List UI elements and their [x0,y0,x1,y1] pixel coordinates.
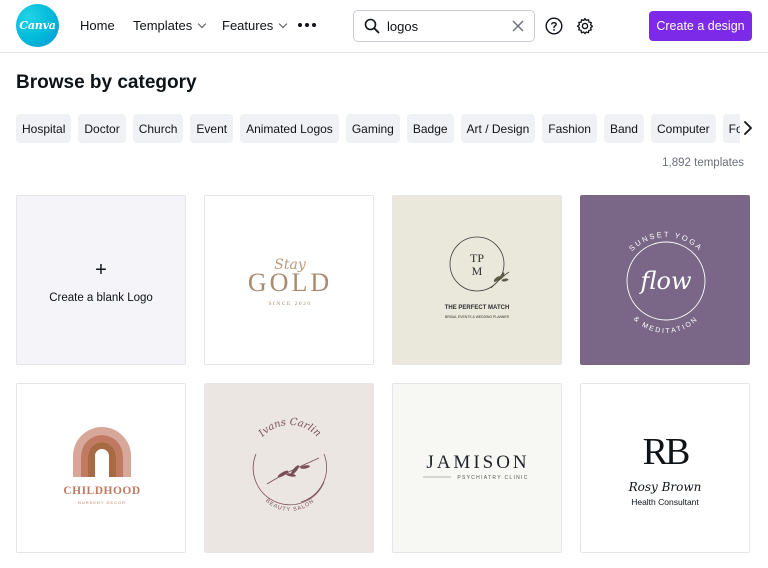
chevron-down-icon [279,19,288,29]
category-chip-gaming[interactable]: Gaming [345,114,400,143]
nav-features[interactable]: Features [222,18,288,33]
category-chip-animated-logos[interactable]: Animated Logos [240,114,339,143]
template-script-text: Ivans Carlin [256,417,323,440]
create-blank-logo-card[interactable]: + Create a blank Logo [16,195,186,365]
template-arc-bottom-text: & MEDITATION [632,315,698,335]
template-subtitle-text: Health Consultant [631,497,699,507]
category-chip-hospital[interactable]: Hospital [16,114,72,143]
template-card-rosy-brown[interactable]: RB Rosy Brown Health Consultant [580,383,750,553]
template-card-perfect-match[interactable]: TP M THE PERFECT MATCH BRIDAL EVENTS & W… [392,195,562,365]
template-card-sunset-yoga[interactable]: SUNSET YOGA flow & MEDITATION [580,195,750,365]
svg-text:& MEDITATION: & MEDITATION [632,315,700,335]
template-thumbnail: RB Rosy Brown Health Consultant [628,431,702,507]
create-design-button[interactable]: Create a design [649,11,752,41]
template-monogram-bottom: M [472,264,483,278]
nav-home[interactable]: Home [80,18,115,33]
page-title: Browse by category [16,72,197,93]
template-arc-top-text: SUNSET YOGA [627,230,703,253]
template-thumbnail: TP M THE PERFECT MATCH BRIDAL EVENTS & W… [445,236,510,319]
category-chip-food-drink[interactable]: Food / Drink [722,114,740,143]
template-monogram: RB [643,431,689,473]
blank-card-label: Create a blank Logo [49,292,153,304]
search-input[interactable] [387,17,507,35]
template-thumbnail: JAMISON PSYCHIATRY CLINIC [423,452,529,481]
template-card-stay-gold[interactable]: Stay GOLD SINCE 2020 [204,195,374,365]
template-card-childhood[interactable]: CHILDHOOD NURSERY DECOR [16,383,186,553]
svg-text:Ivans Carlin: Ivans Carlin [256,417,323,440]
template-subtitle-text: BRIDAL EVENTS & WEDDING PLANNER [445,315,510,319]
template-subtitle-text: NURSERY DECOR [78,500,126,505]
template-thumbnail: Stay GOLD SINCE 2020 [248,257,332,307]
template-thumbnail: SUNSET YOGA flow & MEDITATION [626,230,706,335]
template-title-text: CHILDHOOD [63,485,140,497]
chevron-down-icon [198,19,207,29]
template-title-text: GOLD [248,268,332,297]
canva-logo[interactable]: Canva [16,4,59,47]
category-chips: Hospital Doctor Church Event Animated Lo… [16,114,740,143]
template-subtitle-text: SINCE 2020 [268,301,311,307]
chevron-right-icon[interactable] [741,118,755,138]
plus-icon: + [95,259,107,281]
template-thumbnail: Ivans Carlin BEAUTY SALON [252,417,328,513]
nav-home-label: Home [80,18,115,33]
template-monogram-top: TP [470,251,484,265]
template-script-text: Rosy Brown [628,480,702,494]
top-header: Canva Home Templates Features Create a d… [0,0,768,53]
nav-templates[interactable]: Templates [133,18,207,33]
nav-features-label: Features [222,18,274,33]
category-chip-event[interactable]: Event [190,114,234,143]
logo-text: Canva [19,19,56,32]
template-subtitle-text: PSYCHIATRY CLINIC [457,475,528,481]
template-title-text: THE PERFECT MATCH [445,305,510,311]
svg-text:SUNSET YOGA: SUNSET YOGA [627,230,705,253]
template-card-jamison[interactable]: JAMISON PSYCHIATRY CLINIC [392,383,562,553]
search-box [353,10,535,42]
category-chip-art-design[interactable]: Art / Design [460,114,536,143]
category-chip-band[interactable]: Band [603,114,644,143]
category-chip-computer[interactable]: Computer [650,114,716,143]
category-chip-church[interactable]: Church [132,114,184,143]
gear-icon[interactable] [576,17,594,35]
template-thumbnail: CHILDHOOD NURSERY DECOR [63,427,140,505]
more-menu-icon[interactable] [298,17,316,27]
category-chip-doctor[interactable]: Doctor [78,114,126,143]
clear-search-icon[interactable] [512,20,524,32]
category-chip-fashion[interactable]: Fashion [542,114,597,143]
template-script-text: flow [639,267,692,295]
help-icon[interactable] [545,17,563,35]
category-chip-badge[interactable]: Badge [406,114,454,143]
search-icon [364,18,380,34]
template-count: 1,892 templates [662,157,744,169]
template-card-beauty-salon[interactable]: Ivans Carlin BEAUTY SALON [204,383,374,553]
template-title-text: JAMISON [426,452,529,473]
nav-templates-label: Templates [133,18,193,33]
